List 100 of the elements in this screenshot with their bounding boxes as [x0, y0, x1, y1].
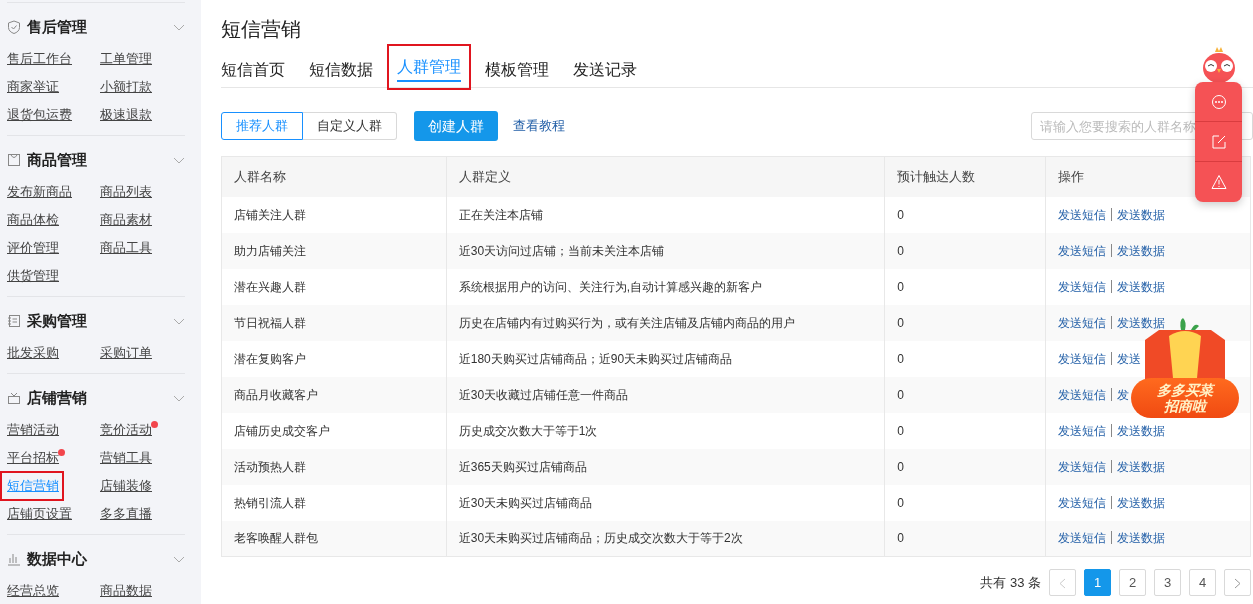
chevron-down-icon[interactable] [173, 317, 185, 325]
table-cell: 近30天未购买过店铺商品 [446, 484, 885, 521]
action-link[interactable]: 发送数据 [1117, 315, 1166, 330]
action-link[interactable]: 发送数据 [1117, 423, 1166, 438]
bag-icon [7, 153, 21, 167]
sidebar-item[interactable]: 商家举证 [7, 73, 61, 101]
sidebar-item[interactable]: 批发采购 [7, 339, 61, 367]
table-cell: 活动预热人群 [221, 448, 447, 485]
table-cell: 助力店铺关注 [221, 232, 447, 269]
action-link[interactable]: 发送短信 [1058, 531, 1107, 546]
table-cell: 近30天收藏过店铺任意一件商品 [446, 376, 885, 413]
chevron-right-icon[interactable] [1234, 577, 1241, 589]
sidebar-item[interactable]: 发布新商品 [7, 178, 74, 206]
chevron-down-icon[interactable] [173, 394, 185, 402]
action-link[interactable]: 发送数据 [1117, 531, 1166, 546]
chevron-down-icon[interactable] [173, 23, 185, 31]
action-link[interactable]: 发送数据 [1117, 207, 1166, 222]
sidebar-item[interactable]: 商品数据 [100, 577, 154, 604]
table-cell: 潜在兴趣人群 [221, 268, 447, 305]
column-header: 人群名称 [221, 156, 447, 197]
action-link[interactable]: 发送数据 [1117, 243, 1166, 258]
chevron-down-icon[interactable] [173, 156, 185, 164]
bar-chart-icon [7, 552, 21, 566]
section-title: 数据中心 [27, 548, 87, 569]
table-cell: 系统根据用户的访问、关注行为,自动计算感兴趣的新客户 [446, 268, 885, 305]
table-cell: 0 [884, 232, 1046, 269]
sidebar-item[interactable]: 采购订单 [100, 339, 154, 367]
action-link[interactable]: 发送短信 [1058, 351, 1107, 366]
sidebar-item[interactable]: 售后工作台 [7, 45, 74, 73]
table-cell: 近365天购买过店铺商品 [446, 448, 885, 485]
table-cell: 0 [884, 376, 1046, 413]
action-link[interactable]: 发送数据 [1117, 279, 1166, 294]
segment-button[interactable]: 自定义人群 [303, 112, 397, 140]
column-header: 预计触达人数 [884, 156, 1046, 197]
action-link[interactable]: 发送短信 [1058, 423, 1107, 438]
table-cell: 店铺历史成交客户 [221, 412, 447, 449]
section-title: 店铺营销 [27, 387, 87, 408]
chevron-left-icon[interactable] [1059, 577, 1066, 589]
table-cell: 近30天未购买过店铺商品；历史成交次数大于等于2次 [446, 520, 885, 557]
action-link[interactable]: 发送短信 [1058, 279, 1107, 294]
sidebar-item[interactable]: 商品工具 [100, 234, 154, 262]
section-title: 采购管理 [27, 310, 87, 331]
action-link[interactable]: 发送短信 [1058, 495, 1107, 510]
sidebar-item[interactable]: 极速退款 [100, 101, 154, 129]
tab[interactable]: 短信首页 [221, 52, 285, 88]
column-header: 人群定义 [446, 156, 885, 197]
action-link[interactable]: 发送数据 [1117, 459, 1166, 474]
sidebar-item[interactable]: 竞价活动 [100, 416, 154, 444]
sidebar-item[interactable]: 店铺装修 [100, 472, 154, 500]
shield-icon [7, 20, 21, 34]
sidebar-item[interactable]: 平台招标 [7, 444, 61, 472]
sidebar-item[interactable]: 商品体检 [7, 206, 61, 234]
page-title: 短信营销 [221, 17, 302, 42]
table-cell: 0 [884, 520, 1046, 557]
sidebar-item[interactable]: 营销活动 [7, 416, 61, 444]
sidebar-item[interactable]: 商品列表 [100, 178, 154, 206]
action-link[interactable]: 发送短信 [1058, 243, 1107, 258]
chat-icon[interactable] [1210, 93, 1227, 110]
action-link[interactable]: 发送短信 [1058, 207, 1107, 222]
table-cell: 0 [884, 268, 1046, 305]
table-cell: 店铺关注人群 [221, 196, 447, 233]
sidebar-item[interactable]: 小额打款 [100, 73, 154, 101]
table-cell: 近30天访问过店铺；当前未关注本店铺 [446, 232, 885, 269]
action-link[interactable]: 发送短信 [1058, 459, 1107, 474]
section-title: 商品管理 [27, 149, 87, 170]
page-button[interactable]: 2 [1119, 569, 1146, 596]
edit-icon[interactable] [1210, 133, 1227, 150]
table-cell: 0 [884, 340, 1046, 377]
sidebar-item[interactable]: 店铺页设置 [7, 500, 74, 528]
action-link[interactable]: 发送 [1117, 351, 1142, 366]
total-count: 共有 33 条 [980, 573, 1041, 592]
page-button[interactable]: 4 [1189, 569, 1216, 596]
table-cell: 历史成交次数大于等于1次 [446, 412, 885, 449]
table-cell: 热销引流人群 [221, 484, 447, 521]
page-button[interactable]: 3 [1154, 569, 1181, 596]
table-cell: 0 [884, 412, 1046, 449]
sidebar-item[interactable]: 退货包运费 [7, 101, 74, 129]
tab[interactable]: 短信数据 [309, 52, 373, 88]
sidebar-item[interactable]: 营销工具 [100, 444, 154, 472]
sidebar-item[interactable]: 经营总览 [7, 577, 61, 604]
sidebar-item[interactable]: 供货管理 [7, 262, 61, 290]
chevron-down-icon[interactable] [173, 555, 185, 563]
section-title: 售后管理 [27, 16, 87, 37]
tab[interactable]: 发送记录 [573, 52, 637, 88]
action-link[interactable]: 发 [1117, 387, 1130, 402]
tutorial-link[interactable]: 查看教程 [513, 116, 565, 136]
table-cell: 0 [884, 304, 1046, 341]
table-cell: 0 [884, 484, 1046, 521]
sidebar-item[interactable]: 多多直播 [100, 500, 154, 528]
sidebar-item[interactable]: 工单管理 [100, 45, 154, 73]
warning-icon[interactable] [1210, 174, 1227, 190]
table-cell: 潜在复购客户 [221, 340, 447, 377]
tab[interactable]: 模板管理 [485, 52, 549, 88]
action-link[interactable]: 发送短信 [1058, 387, 1107, 402]
sidebar-item[interactable]: 评价管理 [7, 234, 61, 262]
sidebar-item[interactable]: 商品素材 [100, 206, 154, 234]
action-link[interactable]: 发送数据 [1117, 495, 1166, 510]
table-cell: 正在关注本店铺 [446, 196, 885, 233]
action-link[interactable]: 发送短信 [1058, 315, 1107, 330]
table-cell: 历史在店铺内有过购买行为，或有关注店铺及店铺内商品的用户 [446, 304, 885, 341]
